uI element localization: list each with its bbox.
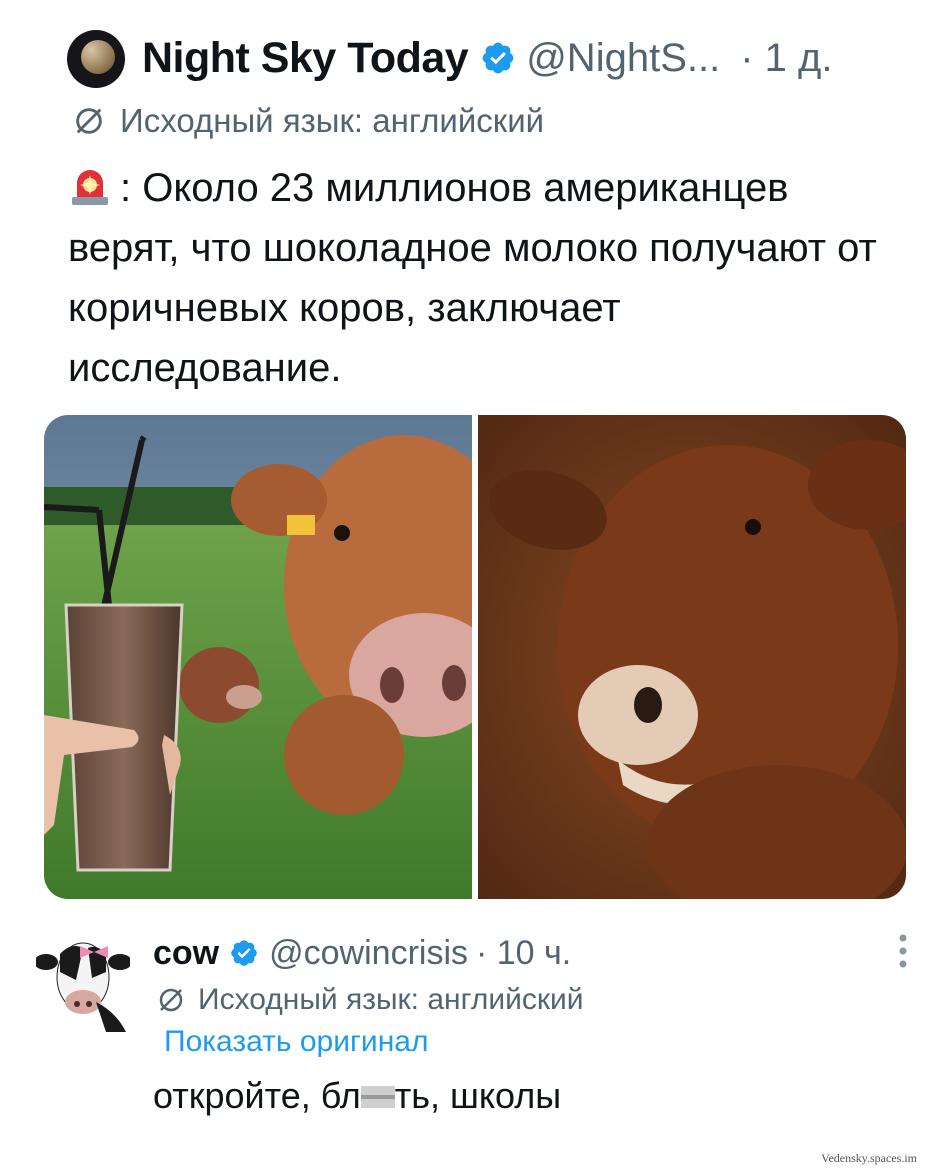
reply-text: откройте, бл ть, школы xyxy=(153,1075,561,1117)
tweet-media[interactable] xyxy=(44,415,906,899)
tweet-text: : Около 23 миллионов американцев верят, … xyxy=(68,158,888,398)
police-siren-emoji-icon xyxy=(72,170,108,205)
verified-badge-icon xyxy=(482,42,514,74)
reply-text-end: ть, школы xyxy=(394,1075,562,1116)
tweet-body: : Около 23 миллионов американцев верят, … xyxy=(68,166,877,390)
reply-text-start: откройте, бл xyxy=(153,1075,361,1116)
tweet-time[interactable]: · 1 д. xyxy=(740,36,832,81)
author-name[interactable]: Night Sky Today xyxy=(142,34,469,83)
image-chocolate-milk-cows[interactable] xyxy=(44,415,472,899)
image-brown-cow-closeup[interactable] xyxy=(478,415,906,899)
author-avatar[interactable] xyxy=(67,30,125,88)
translation-note: Исходный язык: английский xyxy=(72,102,544,140)
planet-icon xyxy=(81,40,115,74)
translation-label: Исходный язык: английский xyxy=(120,102,545,139)
translate-icon xyxy=(159,988,183,1012)
reply-header: cow @cowincrisis · 10 ч. xyxy=(153,930,571,976)
more-options-icon[interactable] xyxy=(893,933,913,969)
author-handle[interactable]: @NightS... xyxy=(526,36,720,81)
cow-avatar[interactable] xyxy=(36,932,130,1032)
reply-translation-note: Исходный язык: английский xyxy=(156,983,584,1017)
reply-time[interactable]: · 10 ч. xyxy=(476,934,571,973)
reply-author-handle[interactable]: @cowincrisis xyxy=(269,934,468,973)
censor-blur xyxy=(360,1086,395,1108)
verified-badge-icon xyxy=(231,940,257,966)
translate-icon xyxy=(76,108,102,134)
reply-author-name[interactable]: cow xyxy=(153,934,219,973)
reply-translation-label: Исходный язык: английский xyxy=(198,983,584,1016)
tweet-header: Night Sky Today @NightS... · 1 д. xyxy=(142,32,832,84)
show-original-link[interactable]: Показать оригинал xyxy=(164,1025,428,1059)
watermark: Vedensky.spaces.im xyxy=(821,1151,917,1165)
